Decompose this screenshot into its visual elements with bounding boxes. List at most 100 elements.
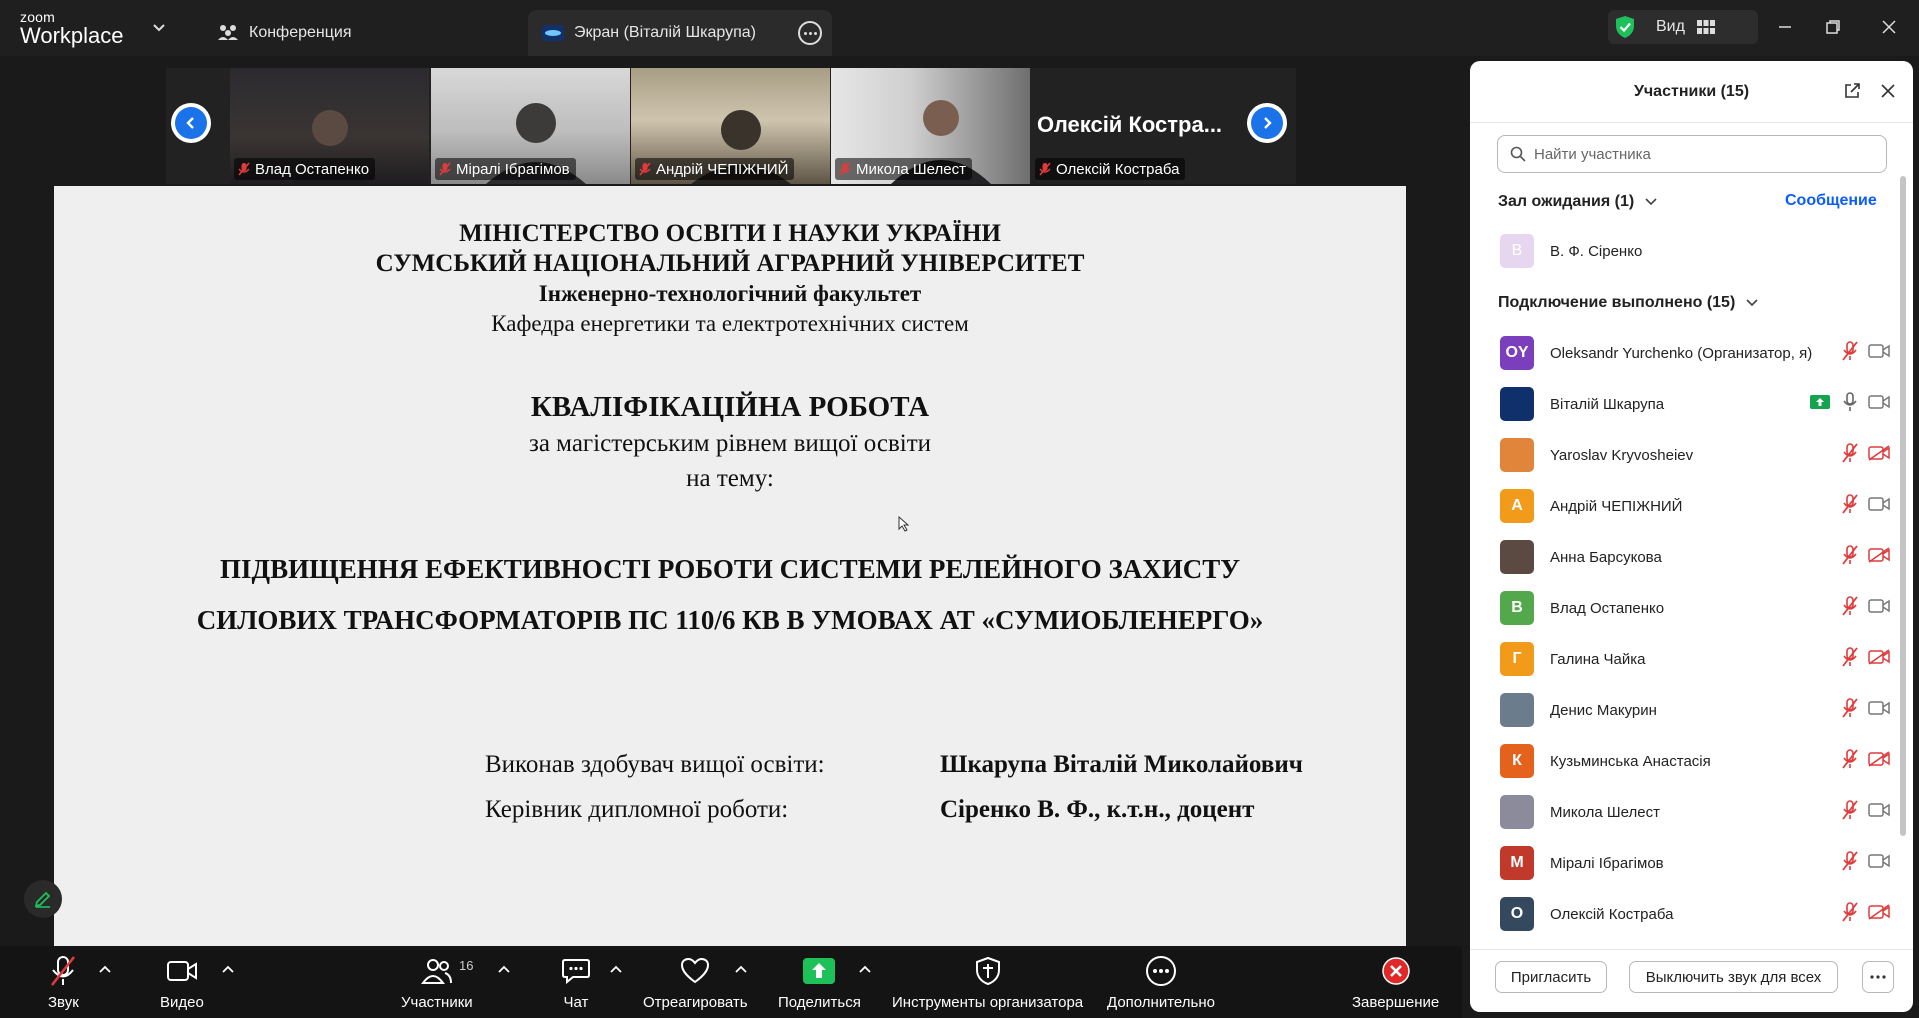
screen-avatar-icon	[540, 22, 566, 44]
view-button[interactable]: Вид	[1608, 10, 1758, 44]
chevron-left-icon	[186, 117, 194, 129]
react-button[interactable]: Отреагировать	[643, 954, 748, 1011]
video-thumbnail[interactable]: Андрій ЧЕПІЖНИЙ	[631, 68, 830, 184]
participant-row[interactable]: Денис Макурин	[1500, 692, 1890, 728]
end-meeting-button[interactable]: Завершение	[1352, 954, 1439, 1011]
minimize-icon[interactable]	[1765, 10, 1805, 44]
slide-topic-line1: ПІДВИЩЕННЯ ЕФЕКТИВНОСТІ РОБОТИ СИСТЕМИ Р…	[219, 554, 1241, 584]
share-options-caret-icon[interactable]	[858, 964, 872, 974]
mic-icon	[1843, 392, 1857, 411]
invite-button[interactable]: Пригласить	[1495, 961, 1607, 993]
mute-all-button[interactable]: Выключить звук для всех	[1629, 961, 1838, 993]
participant-row[interactable]: В Влад Остапенко	[1500, 590, 1890, 626]
thumbnail-name-tag: Влад Остапенко	[234, 158, 376, 180]
share-button[interactable]: Поделиться	[778, 954, 861, 1011]
more-icon[interactable]	[798, 21, 822, 45]
close-window-icon[interactable]	[1869, 10, 1909, 44]
participant-row[interactable]: А Андрій ЧЕПІЖНИЙ	[1500, 488, 1890, 524]
video-camera-icon	[1868, 854, 1890, 868]
video-camera-icon	[1868, 803, 1890, 817]
chevron-down-icon[interactable]	[150, 18, 168, 36]
video-camera-icon	[1868, 599, 1890, 613]
avatar: К	[1500, 744, 1534, 778]
chat-button[interactable]: Чат	[561, 954, 591, 1011]
video-off-icon	[1868, 445, 1890, 461]
video-thumbnail[interactable]: Микола Шелест	[831, 68, 1030, 184]
grid-view-icon	[1696, 20, 1715, 34]
avatar	[1500, 795, 1534, 829]
thumbnail-name-tag: Андрій ЧЕПІЖНИЙ	[635, 158, 795, 180]
panel-more-button[interactable]	[1862, 961, 1894, 993]
pencil-icon	[34, 891, 51, 908]
avatar: Г	[1500, 642, 1534, 676]
host-tools-button[interactable]: Инструменты организатора	[892, 954, 1083, 1011]
thumbnail-name-tag: Міралі Ібрагімов	[435, 158, 576, 180]
participant-name: Андрій ЧЕПІЖНИЙ	[1550, 497, 1683, 515]
thumbnails-next-button[interactable]	[1247, 103, 1287, 143]
participant-status-icons	[1842, 800, 1890, 820]
avatar	[1500, 438, 1534, 472]
video-off-icon	[1868, 904, 1890, 920]
tab-conference[interactable]: Конференция	[205, 10, 362, 56]
video-thumbnail[interactable]: Влад Остапенко	[230, 68, 429, 184]
avatar: А	[1500, 489, 1534, 523]
popout-icon[interactable]	[1843, 82, 1861, 100]
search-participant-input[interactable]: Найти участника	[1497, 135, 1887, 173]
chevron-right-icon	[1264, 117, 1272, 129]
restore-icon[interactable]	[1813, 10, 1853, 44]
search-icon	[1510, 146, 1526, 162]
participant-row[interactable]: Микола Шелест	[1500, 794, 1890, 830]
participant-row[interactable]: Г Галина Чайка	[1500, 641, 1890, 677]
shield-check-icon	[1616, 16, 1634, 38]
chat-options-caret-icon[interactable]	[609, 964, 623, 974]
mic-muted-icon	[1842, 698, 1858, 718]
participant-row[interactable]: О Олексій Костраба	[1500, 896, 1890, 932]
video-off-icon	[1868, 649, 1890, 665]
waiting-room-section[interactable]: Зал ожидания (1)	[1498, 193, 1658, 211]
zoom-logo: zoom Workplace	[20, 10, 124, 47]
participant-row[interactable]: Yaroslav Kryvosheiev	[1500, 437, 1890, 473]
annotate-button[interactable]	[24, 880, 62, 918]
more-button[interactable]: Дополнительно	[1107, 954, 1215, 1011]
participant-status-icons	[1810, 392, 1890, 412]
mic-muted-icon	[439, 162, 451, 176]
mic-muted-icon	[1842, 647, 1858, 667]
video-thumbnail[interactable]: Міралі Ібрагімов	[431, 68, 630, 184]
view-label: Вид	[1656, 18, 1685, 35]
participants-count: 16	[459, 958, 474, 973]
participant-row[interactable]: Віталій Шкарупа	[1500, 386, 1890, 422]
video-button[interactable]: Видео	[160, 954, 204, 1011]
mic-muted-icon	[1842, 341, 1858, 361]
mic-muted-icon	[1842, 545, 1858, 565]
slide-faculty: Інженерно-технологічний факультет	[538, 281, 922, 306]
connected-section[interactable]: Подключение выполнено (15)	[1498, 294, 1759, 312]
slide-department: Кафедра енергетики та електротехнічних с…	[491, 311, 969, 336]
thumbnails-prev-button[interactable]	[171, 103, 211, 143]
thumbnail-name-tag: Микола Шелест	[835, 158, 972, 180]
audio-button[interactable]: Звук	[48, 954, 79, 1011]
chat-icon	[562, 959, 590, 985]
participant-row[interactable]: OY Oleksandr Yurchenko (Организатор, я)	[1500, 335, 1890, 371]
avatar	[1500, 540, 1534, 574]
participant-row[interactable]: М Міралі Ібрагімов	[1500, 845, 1890, 881]
video-options-caret-icon[interactable]	[221, 964, 235, 974]
react-options-caret-icon[interactable]	[734, 964, 748, 974]
participant-status-icons	[1842, 647, 1890, 667]
tab-screen-share[interactable]: Экран (Віталій Шкарупа)	[528, 10, 832, 56]
slide-supervisor-value: Сіренко В. Ф., к.т.н., доцент	[940, 796, 1255, 823]
waiting-participant-row[interactable]: В В. Ф. Сіренко	[1500, 233, 1890, 269]
participant-row[interactable]: Анна Барсукова	[1500, 539, 1890, 575]
participant-row[interactable]: К Кузьминська Анастасія	[1500, 743, 1890, 779]
close-icon[interactable]	[1880, 83, 1896, 99]
video-thumbnail[interactable]: Олексій Костра... Олексій Костраба	[1031, 68, 1230, 184]
slide-author-label: Виконав здобувач вищої освіти:	[485, 751, 825, 778]
meeting-toolbar: Звук Видео Участники 16 Чат Отреагироват…	[0, 946, 1462, 1018]
message-link[interactable]: Сообщение	[1785, 192, 1877, 210]
slide-author-value: Шкарупа Віталій Миколайович	[940, 751, 1303, 778]
mic-muted-icon	[1842, 443, 1858, 463]
audio-options-caret-icon[interactable]	[98, 964, 112, 974]
video-camera-icon	[1868, 497, 1890, 511]
mouse-cursor-icon	[898, 516, 910, 532]
participants-options-caret-icon[interactable]	[497, 964, 511, 974]
panel-scrollbar[interactable]	[1900, 176, 1906, 836]
